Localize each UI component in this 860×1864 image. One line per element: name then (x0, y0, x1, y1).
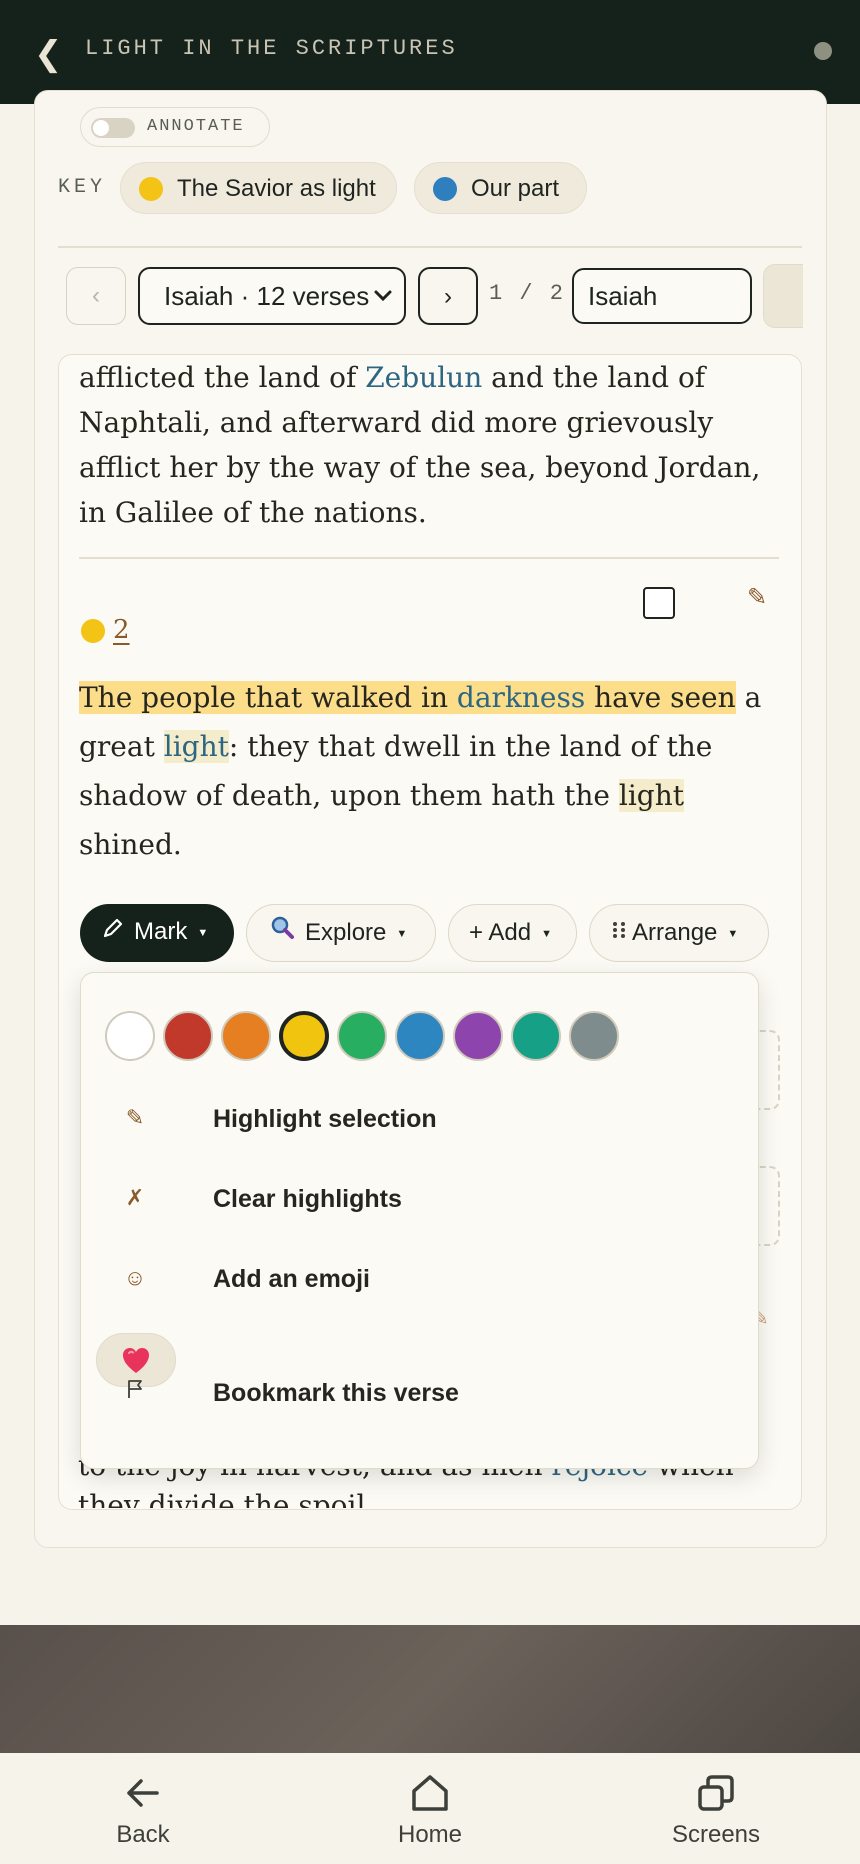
verse-number[interactable]: 2 (113, 615, 130, 645)
toggle-switch[interactable] (91, 118, 135, 138)
pencil-icon: ✎ (125, 1105, 145, 1130)
color-swatch[interactable] (511, 1011, 561, 1061)
clear-x-icon: ✗ (125, 1185, 145, 1210)
color-swatch[interactable] (163, 1011, 213, 1061)
nav-label: Home (397, 1821, 463, 1848)
top-bar: ❮ LIGHT IN THE SCRIPTURES (0, 0, 860, 104)
color-swatch[interactable] (569, 1011, 619, 1061)
nav-label: Screens (671, 1821, 761, 1848)
highlighted-word-light[interactable]: light (618, 779, 684, 812)
caret-down-icon: ▼ (197, 926, 209, 939)
pencil-icon (102, 904, 124, 960)
word-link-light[interactable]: light (163, 730, 229, 763)
verse-2-text: The people that walked in darkness have … (79, 673, 789, 869)
menu-item-label: Highlight selection (213, 1105, 437, 1133)
menu-item-label: Add an emoji (213, 1265, 370, 1293)
annotate-toggle[interactable]: ANNOTATE (80, 107, 270, 147)
home-icon (412, 1775, 448, 1811)
prev-page-button[interactable]: ‹ (66, 267, 126, 325)
drag-handle-icon (612, 905, 626, 961)
verse-text: shined. (79, 828, 182, 861)
highlighted-text[interactable]: The people that walked in darkness have … (79, 681, 736, 714)
word-link-zebulun[interactable]: Zebulun (365, 361, 482, 394)
heart-icon (123, 1348, 149, 1373)
key-chip-our-part[interactable]: Our part (414, 162, 587, 214)
annotate-label: ANNOTATE (147, 117, 245, 136)
smiley-icon: ☺ (123, 1265, 147, 1290)
blue-dot-icon (433, 177, 457, 201)
key-chip-label: Our part (471, 175, 560, 202)
nav-screens[interactable]: Screens (616, 1753, 816, 1864)
bottom-nav: Back Home Screens (0, 1753, 860, 1864)
book-select[interactable]: Isaiah · 12 verses (138, 267, 406, 325)
add-label: + Add (469, 919, 532, 946)
verse-text: afflicted the land of (79, 361, 366, 394)
overflow-button[interactable] (763, 264, 803, 328)
book-select-value: Isaiah · 12 verses (164, 281, 370, 311)
back-chevron-icon[interactable]: ❮ (34, 34, 63, 74)
mark-menu: ✎ Highlight selection ✗ Clear highlights… (80, 972, 759, 1469)
page-title: LIGHT IN THE SCRIPTURES (85, 36, 458, 61)
menu-item-label: Clear highlights (213, 1185, 402, 1213)
arrow-left-icon (127, 1779, 159, 1807)
verse-text: have seen (585, 681, 736, 714)
caret-down-icon: ▼ (541, 927, 552, 940)
arrange-label: Arrange (632, 919, 718, 946)
chevron-down-icon (372, 269, 394, 344)
mark-button[interactable]: Mark ▼ (80, 904, 234, 962)
search-input[interactable] (572, 268, 752, 324)
next-page-button[interactable]: › (418, 267, 478, 325)
arrange-button[interactable]: Arrange ▼ (589, 904, 769, 962)
yellow-dot-icon (139, 177, 163, 201)
verse-text: The people that walked in (79, 681, 457, 714)
color-swatch[interactable] (105, 1011, 155, 1061)
divider (58, 246, 802, 248)
nav-label: Back (116, 1821, 170, 1848)
magnifier-icon (269, 905, 295, 961)
color-swatch[interactable] (279, 1011, 329, 1061)
status-dot-icon (814, 42, 832, 60)
menu-item-label: Bookmark this verse (213, 1379, 459, 1407)
verse-text: they divide the spoil. (78, 1489, 375, 1508)
nav-home[interactable]: Home (330, 1753, 530, 1864)
color-swatch[interactable] (395, 1011, 445, 1061)
mark-label: Mark (134, 918, 188, 945)
explore-label: Explore (305, 919, 387, 946)
explore-button[interactable]: Explore ▼ (246, 904, 436, 962)
add-button[interactable]: + Add ▼ (448, 904, 577, 962)
verse-divider (79, 557, 779, 559)
word-link-darkness[interactable]: darkness (457, 681, 585, 714)
background-band (0, 1625, 860, 1753)
screens-icon (698, 1775, 734, 1811)
yellow-dot-icon (81, 619, 105, 643)
caret-down-icon: ▼ (396, 927, 408, 940)
nav-back[interactable]: Back (43, 1753, 243, 1864)
caret-down-icon: ▼ (727, 927, 739, 940)
key-chip-savior[interactable]: The Savior as light (120, 162, 397, 214)
page-indicator: 1 / 2 (489, 281, 566, 306)
pencil-icon[interactable]: ✎ (747, 583, 767, 612)
color-swatch[interactable] (337, 1011, 387, 1061)
color-swatch[interactable] (453, 1011, 503, 1061)
verse-select-checkbox[interactable] (643, 587, 675, 619)
key-chip-label: The Savior as light (177, 175, 376, 202)
key-label: KEY (58, 176, 107, 199)
flag-icon (121, 1379, 149, 1405)
toggle-knob (93, 120, 109, 136)
verse-1-text: afflicted the land of Zebulun and the la… (79, 355, 789, 535)
color-swatch[interactable] (221, 1011, 271, 1061)
